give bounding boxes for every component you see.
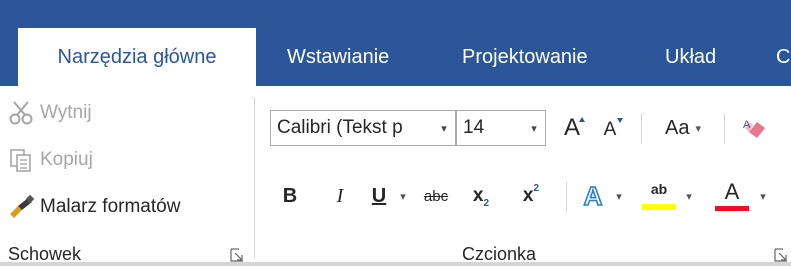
ribbon-bottom-border xyxy=(0,262,791,266)
ribbon-tab-bar: Narzędzia główne Wstawianie Projektowani… xyxy=(0,0,791,86)
copy-icon xyxy=(8,147,34,173)
eraser-icon: A xyxy=(743,119,765,138)
superscript-mark: 2 xyxy=(533,182,540,194)
tab-insert[interactable]: Wstawianie xyxy=(287,28,389,86)
font-name-value: Calibri (Tekst p xyxy=(277,117,403,138)
svg-text:A: A xyxy=(743,119,751,131)
chevron-down-icon[interactable]: ▾ xyxy=(523,111,545,145)
toolbar-separator xyxy=(566,182,567,212)
toolbar-separator xyxy=(724,114,725,144)
cut-button[interactable]: Wytnij xyxy=(8,100,92,126)
shrink-font-button[interactable]: A xyxy=(594,110,626,146)
underline-button[interactable]: U xyxy=(366,178,392,214)
format-painter-label: Malarz formatów xyxy=(40,196,181,217)
change-case-button[interactable]: Aa ▾ xyxy=(652,110,714,146)
toolbar-separator xyxy=(641,114,642,144)
italic-button[interactable]: I xyxy=(326,178,354,214)
chevron-down-icon[interactable]: ▾ xyxy=(682,178,696,214)
text-effects-icon: A xyxy=(583,180,603,212)
bold-button[interactable]: B xyxy=(276,178,304,214)
chevron-down-icon[interactable]: ▾ xyxy=(612,178,626,214)
tab-design[interactable]: Projektowanie xyxy=(462,28,588,86)
chevron-down-icon[interactable]: ▾ xyxy=(433,111,455,145)
chevron-down-icon[interactable]: ▾ xyxy=(396,178,410,214)
tab-layout[interactable]: Układ xyxy=(665,28,716,86)
chevron-down-icon[interactable]: ▾ xyxy=(756,178,770,214)
format-painter-button[interactable]: Malarz formatów xyxy=(8,194,180,220)
clear-formatting-button[interactable]: A xyxy=(738,110,774,146)
up-arrow-icon xyxy=(579,117,585,122)
cut-label: Wytnij xyxy=(40,102,92,123)
superscript-x: x xyxy=(522,185,534,206)
font-size-combo[interactable]: 14 ▾ xyxy=(456,110,546,146)
chevron-down-icon: ▾ xyxy=(695,122,701,135)
text-effects-button[interactable]: A xyxy=(578,178,608,214)
font-color-bar xyxy=(715,206,749,211)
tab-partial[interactable]: C xyxy=(776,28,790,86)
paintbrush-icon xyxy=(8,194,35,220)
subscript-mark: 2 xyxy=(483,197,490,209)
highlight-color-bar xyxy=(642,204,676,210)
down-arrow-icon xyxy=(617,118,623,123)
subscript-button[interactable]: x 2 xyxy=(466,178,496,214)
copy-button[interactable]: Kopiuj xyxy=(8,147,93,173)
change-case-label: Aa xyxy=(665,116,690,139)
highlight-button[interactable]: ab xyxy=(640,176,678,216)
strikethrough-button[interactable]: abc xyxy=(418,178,454,214)
tab-home[interactable]: Narzędzia główne xyxy=(18,28,256,86)
shrink-font-label: A xyxy=(603,119,617,140)
font-name-combo[interactable]: Calibri (Tekst p ▾ xyxy=(270,110,456,146)
subscript-x: x xyxy=(472,185,484,206)
font-color-button[interactable]: A xyxy=(714,176,750,216)
copy-label: Kopiuj xyxy=(40,149,93,170)
clipboard-dialog-launcher-icon[interactable] xyxy=(230,248,244,262)
grow-font-button[interactable]: A xyxy=(556,110,588,146)
superscript-button[interactable]: x 2 xyxy=(516,178,546,214)
font-color-icon: A xyxy=(724,179,740,204)
font-size-value: 14 xyxy=(463,117,485,138)
scissors-icon xyxy=(8,100,34,126)
font-dialog-launcher-icon[interactable] xyxy=(774,248,788,262)
highlight-icon: ab xyxy=(650,181,668,197)
group-separator xyxy=(254,98,255,258)
